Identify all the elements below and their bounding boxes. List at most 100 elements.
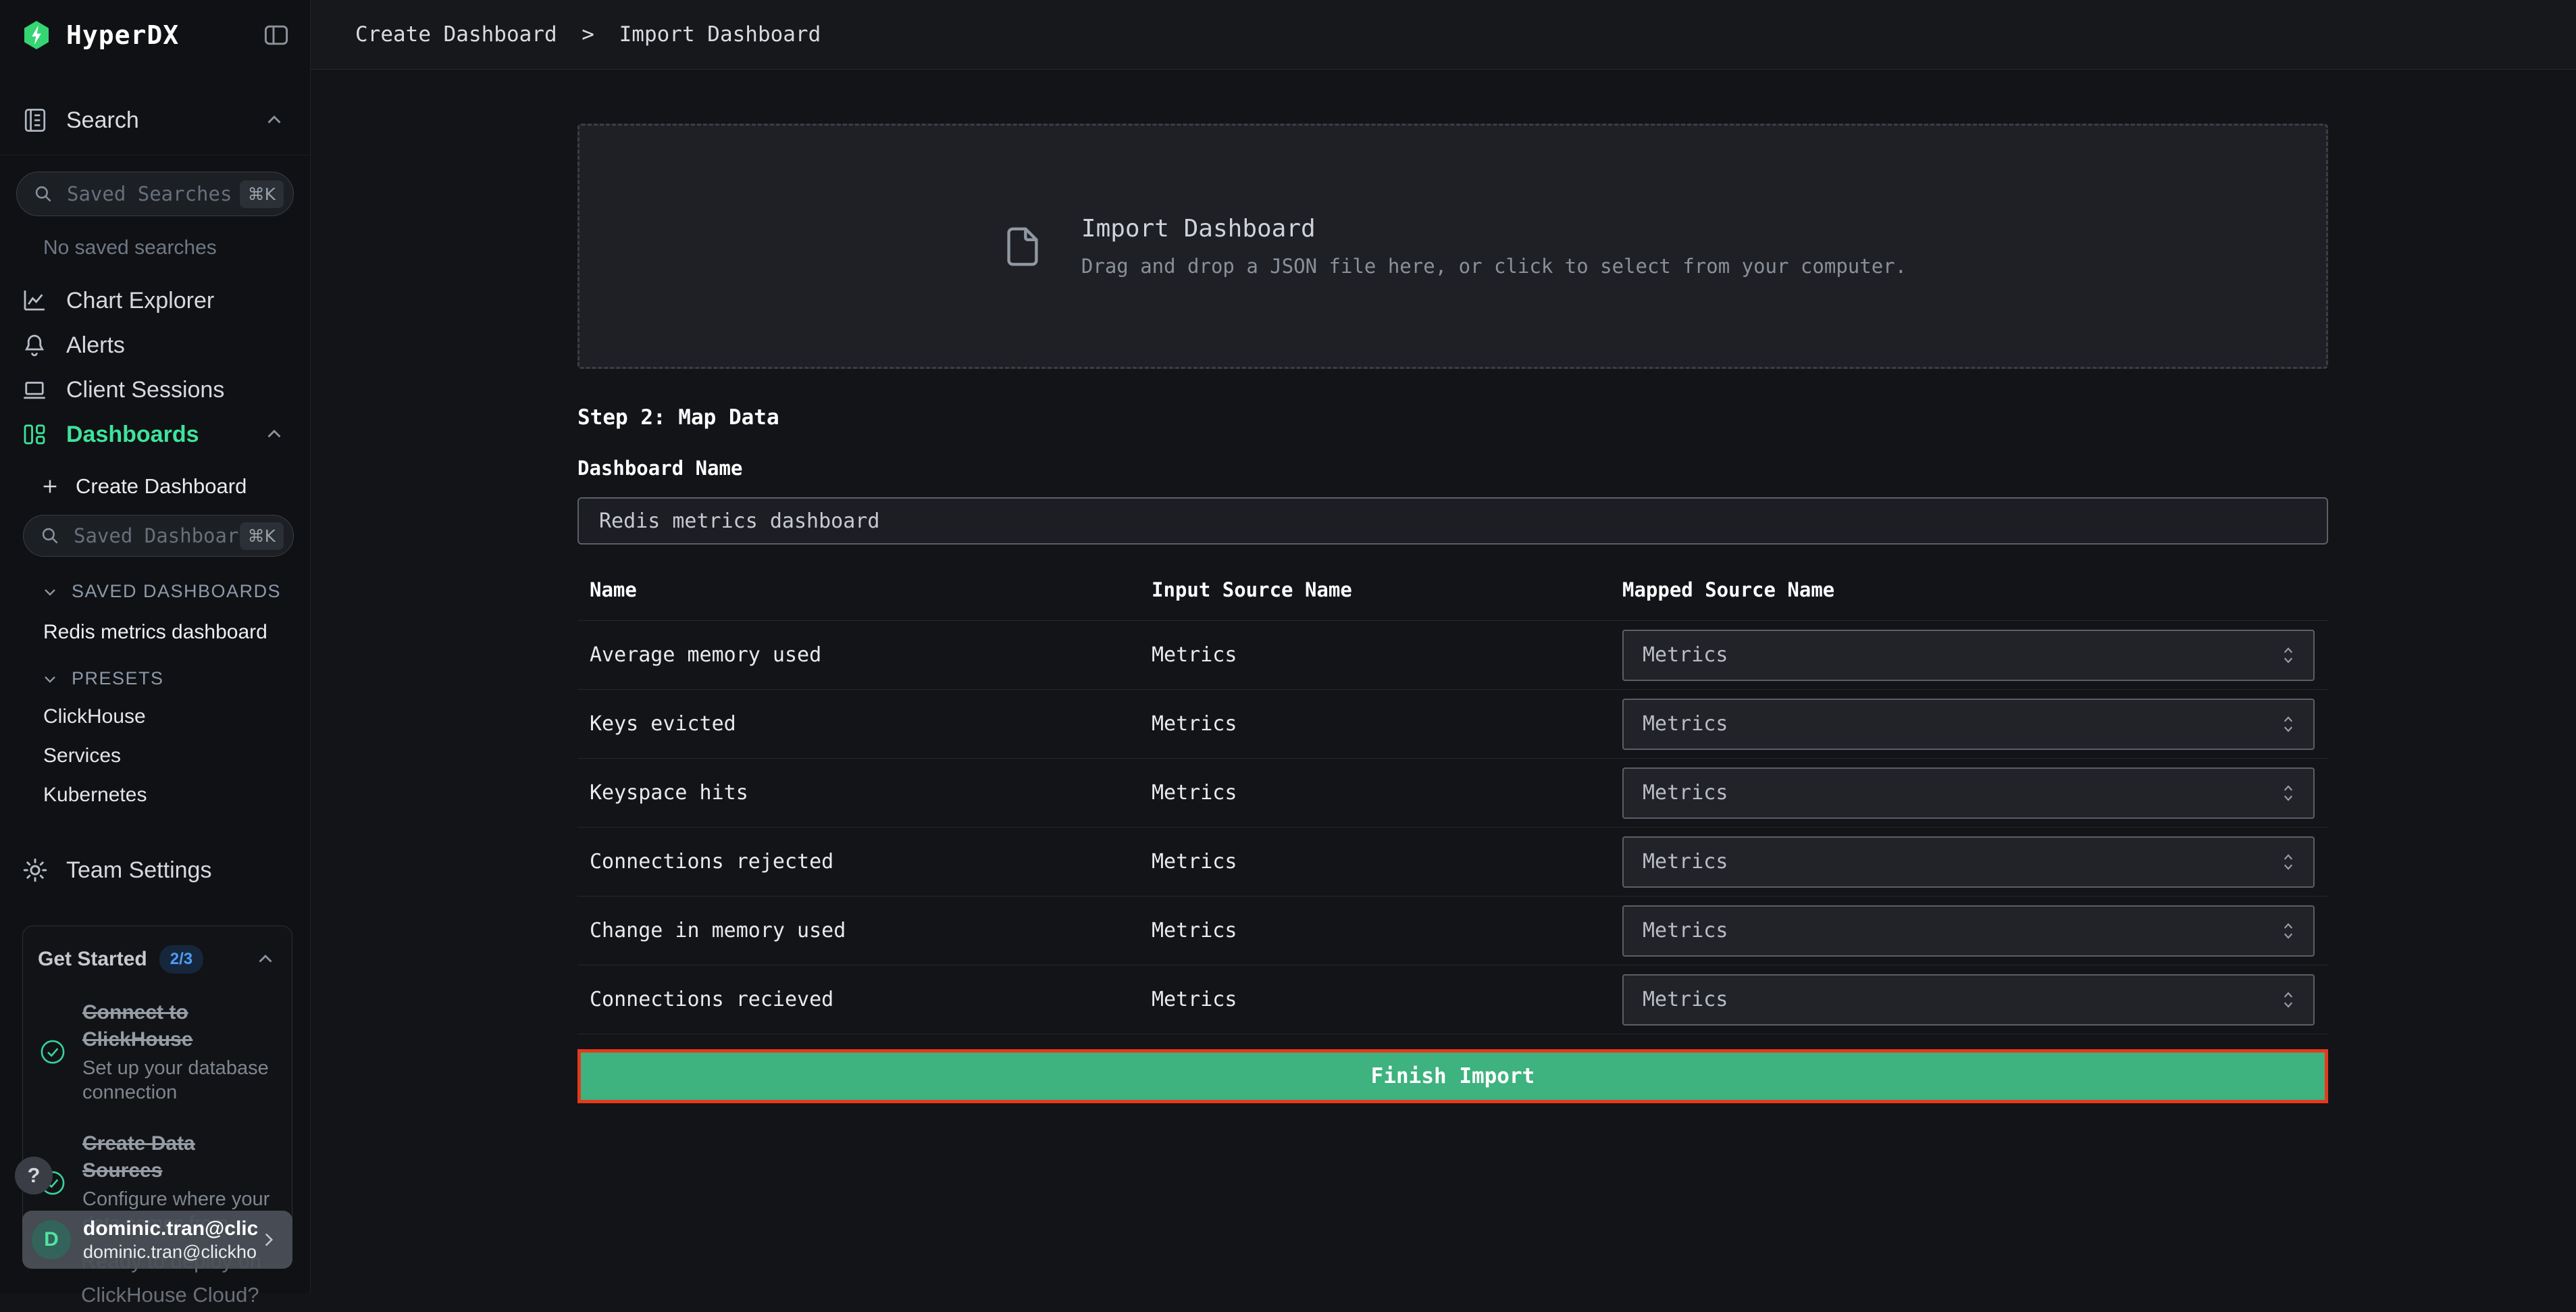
help-button[interactable]: ?	[15, 1157, 53, 1194]
metric-name: Average memory used	[577, 643, 1152, 667]
select-chevrons-icon	[2279, 919, 2297, 943]
table-body: Average memory used Metrics Metrics Keys…	[577, 620, 2328, 1034]
sidebar-item-dashboards[interactable]: Dashboards	[0, 412, 310, 457]
search-section-label: Search	[66, 107, 263, 134]
finish-import-button[interactable]: Finish Import	[577, 1049, 2328, 1103]
user-account-chip[interactable]: D dominic.tran@clic... dominic.tran@clic…	[22, 1211, 292, 1269]
get-started-step-connect[interactable]: Connect to ClickHouse Set up your databa…	[38, 999, 277, 1105]
nav-label: Alerts	[66, 332, 286, 359]
create-dashboard-button[interactable]: Create Dashboard	[0, 469, 310, 504]
saved-dashboards-searchbox[interactable]: ⌘K	[23, 515, 294, 557]
select-chevrons-icon	[2279, 988, 2297, 1012]
sidebar-item-client-sessions[interactable]: Client Sessions	[0, 368, 310, 412]
get-started-title: Get Started	[38, 948, 147, 971]
dashboard-grid-icon	[20, 420, 49, 449]
metric-name: Connections recieved	[577, 988, 1152, 1011]
nav-label: Dashboards	[66, 422, 263, 448]
step-title: Create Data Sources	[82, 1130, 277, 1184]
select-chevrons-icon	[2279, 712, 2297, 736]
search-icon	[32, 182, 55, 205]
input-source-name: Metrics	[1152, 988, 1622, 1011]
metric-name: Keys evicted	[577, 712, 1152, 736]
search-icon	[38, 524, 61, 547]
table-row: Connections recieved Metrics Metrics	[577, 965, 2328, 1034]
saved-dashboards-input[interactable]	[74, 524, 240, 547]
sidebar-collapse-icon[interactable]	[260, 20, 292, 50]
select-chevrons-icon	[2279, 781, 2297, 805]
team-settings-label: Team Settings	[66, 857, 211, 884]
avatar: D	[32, 1220, 71, 1259]
preset-item-services[interactable]: Services	[43, 745, 121, 767]
dropzone-subtitle: Drag and drop a JSON file here, or click…	[1081, 255, 1907, 278]
get-started-progress-badge: 2/3	[159, 945, 203, 974]
step-desc: Set up your database connection	[82, 1056, 277, 1105]
dashboard-name-input[interactable]	[577, 497, 2328, 545]
get-started-header[interactable]: Get Started 2/3	[38, 945, 277, 974]
presets-section-header[interactable]: PRESETS	[41, 668, 310, 689]
chevron-down-icon	[41, 582, 59, 601]
mapped-source-select[interactable]: Metrics	[1622, 767, 2315, 819]
brand-title: HyperDX	[66, 20, 260, 50]
preset-item-clickhouse[interactable]: ClickHouse	[43, 705, 146, 728]
shortcut-badge: ⌘K	[240, 522, 284, 550]
chevron-up-icon	[254, 948, 277, 971]
table-row: Change in memory used Metrics Metrics	[577, 896, 2328, 965]
import-dashboard-panel: Import Dashboard Drag and drop a JSON fi…	[577, 124, 2328, 1103]
mapped-source-select[interactable]: Metrics	[1622, 974, 2315, 1026]
input-source-name: Metrics	[1152, 712, 1622, 736]
table-header-row: Name Input Source Name Mapped Source Nam…	[577, 567, 2328, 620]
mapped-source-select[interactable]: Metrics	[1622, 905, 2315, 957]
laptop-icon	[20, 376, 49, 404]
saved-dashboard-item[interactable]: Redis metrics dashboard	[43, 621, 267, 644]
table-row: Keys evicted Metrics Metrics	[577, 689, 2328, 758]
sidebar-item-team-settings[interactable]: Team Settings	[0, 849, 310, 892]
chevron-down-icon	[41, 670, 59, 688]
breadcrumb-create-dashboard[interactable]: Create Dashboard	[355, 22, 557, 47]
mapped-source-select[interactable]: Metrics	[1622, 699, 2315, 750]
column-header-name: Name	[577, 578, 1152, 601]
journal-search-icon	[20, 105, 50, 135]
nav-label: Client Sessions	[66, 377, 286, 403]
mapped-source-select[interactable]: Metrics	[1622, 630, 2315, 681]
chevron-right-icon	[257, 1228, 280, 1251]
input-source-name: Metrics	[1152, 919, 1622, 942]
breadcrumb: Create Dashboard > Import Dashboard	[355, 22, 821, 47]
section-label: SAVED DASHBOARDS	[72, 581, 281, 602]
json-file-dropzone[interactable]: Import Dashboard Drag and drop a JSON fi…	[577, 124, 2328, 369]
table-row: Average memory used Metrics Metrics	[577, 620, 2328, 689]
table-row: Connections rejected Metrics Metrics	[577, 827, 2328, 896]
select-chevrons-icon	[2279, 643, 2297, 667]
select-chevrons-icon	[2279, 850, 2297, 874]
chevron-up-icon	[263, 109, 286, 132]
dashboard-name-label: Dashboard Name	[577, 457, 2328, 480]
metric-name: Change in memory used	[577, 919, 1152, 942]
sidebar-nav: Chart Explorer Alerts Client Sessions	[0, 278, 310, 457]
user-name: dominic.tran@clic...	[83, 1217, 257, 1240]
sidebar: HyperDX Search ⌘K No saved sea	[0, 0, 311, 1293]
input-source-name: Metrics	[1152, 781, 1622, 805]
section-label: PRESETS	[72, 668, 164, 689]
metric-name: Connections rejected	[577, 850, 1152, 874]
mapping-table: Name Input Source Name Mapped Source Nam…	[577, 567, 2328, 1034]
sidebar-item-alerts[interactable]: Alerts	[0, 323, 310, 368]
preset-item-kubernetes[interactable]: Kubernetes	[43, 784, 147, 807]
saved-searches-searchbox[interactable]: ⌘K	[16, 172, 294, 216]
shortcut-badge: ⌘K	[240, 180, 284, 208]
no-saved-searches-text: No saved searches	[43, 236, 310, 259]
user-email: dominic.tran@clickho...	[83, 1242, 257, 1263]
metric-name: Keyspace hits	[577, 781, 1152, 805]
dropzone-title: Import Dashboard	[1081, 215, 1907, 243]
input-source-name: Metrics	[1152, 643, 1622, 667]
column-header-input-source: Input Source Name	[1152, 578, 1622, 601]
sidebar-section-search[interactable]: Search	[0, 99, 310, 141]
chevron-up-icon	[263, 423, 286, 446]
mapped-source-select[interactable]: Metrics	[1622, 836, 2315, 888]
bell-icon	[20, 331, 49, 359]
check-circle-icon	[38, 1038, 68, 1066]
sidebar-item-chart-explorer[interactable]: Chart Explorer	[0, 278, 310, 323]
saved-searches-input[interactable]	[67, 182, 240, 205]
plus-icon	[39, 476, 61, 497]
saved-dashboards-section-header[interactable]: SAVED DASHBOARDS	[41, 581, 310, 602]
page-header: Create Dashboard > Import Dashboard	[311, 0, 2576, 70]
chart-line-icon	[20, 286, 49, 315]
